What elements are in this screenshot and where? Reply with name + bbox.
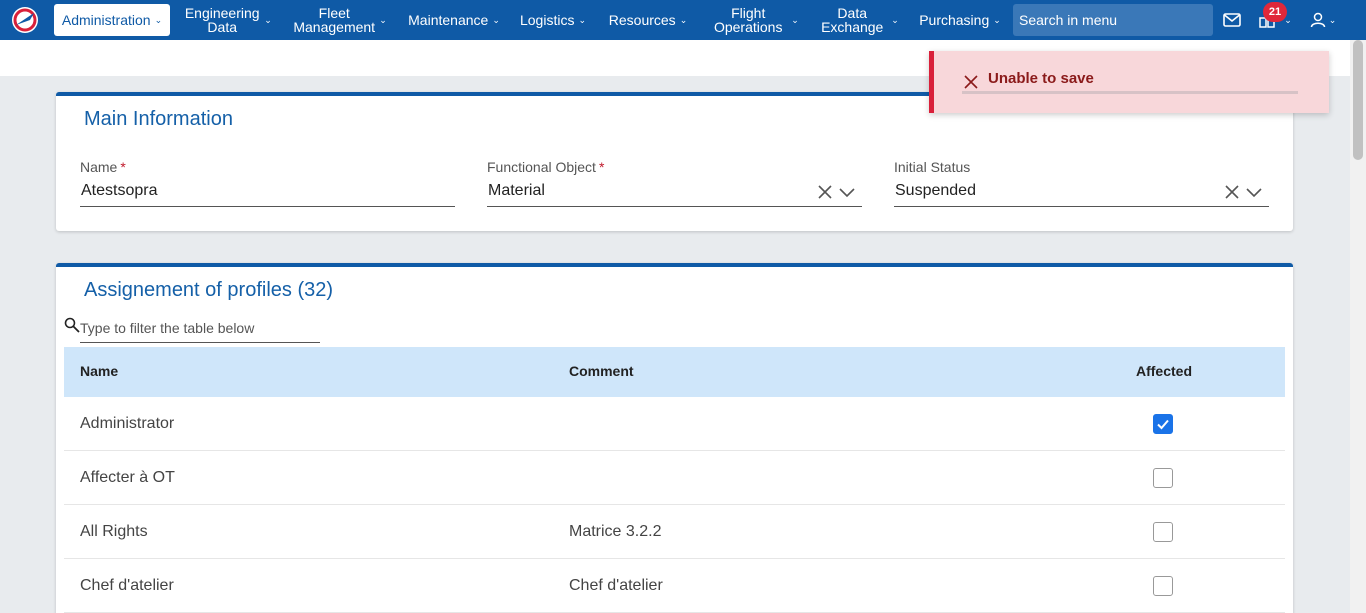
filter-underline bbox=[80, 342, 320, 343]
nav-engineering-data[interactable]: Engineering Data ⌄ bbox=[182, 0, 274, 40]
nav-resources[interactable]: Resources ⌄ bbox=[604, 0, 692, 40]
affected-checkbox[interactable] bbox=[1153, 468, 1173, 488]
toast-progress-bar bbox=[962, 91, 1298, 94]
initial-status-label: Initial Status bbox=[894, 159, 971, 175]
nav-data-exchange[interactable]: Data Exchange ⌄ bbox=[814, 0, 902, 40]
row-name: All Rights bbox=[80, 523, 148, 540]
chevron-down-icon: ⌄ bbox=[679, 15, 688, 25]
close-icon[interactable] bbox=[964, 75, 978, 89]
nav-flight-operations[interactable]: Flight Operations ⌄ bbox=[708, 0, 800, 40]
nav-label: Fleet Management bbox=[293, 5, 376, 35]
nav-label: Data Exchange bbox=[821, 5, 884, 35]
menu-search-input[interactable]: Search in menu bbox=[1013, 4, 1213, 36]
column-header-name[interactable]: Name bbox=[80, 363, 118, 379]
affected-checkbox[interactable] bbox=[1153, 414, 1173, 434]
top-navbar: Administration ⌄ Engineering Data ⌄ Fleet … bbox=[0, 0, 1366, 40]
column-header-affected[interactable]: Affected bbox=[1136, 363, 1192, 379]
row-name: Affecter à OT bbox=[80, 469, 175, 486]
nav-fleet-management[interactable]: Fleet Management ⌄ bbox=[290, 0, 390, 40]
chevron-down-icon: ⌄ bbox=[891, 15, 899, 25]
chevron-down-icon[interactable] bbox=[1246, 184, 1262, 200]
scrollbar-thumb[interactable] bbox=[1353, 40, 1363, 160]
toast-message: Unable to save bbox=[988, 70, 1094, 87]
table-row[interactable]: Administrator bbox=[64, 397, 1285, 451]
clear-icon[interactable] bbox=[1224, 184, 1240, 200]
nav-label: Flight Operations bbox=[713, 5, 783, 35]
functional-object-label-text: Functional Object bbox=[487, 159, 596, 175]
chevron-down-icon: ⌄ bbox=[379, 15, 387, 25]
row-name: Administrator bbox=[80, 415, 175, 432]
initial-status-underline bbox=[894, 206, 1269, 207]
chevron-down-icon: ⌄ bbox=[492, 15, 500, 25]
page-scrollbar[interactable] bbox=[1350, 40, 1366, 613]
nav-label: Maintenance bbox=[408, 12, 489, 28]
chevron-down-icon: ⌄ bbox=[578, 15, 586, 25]
table-row[interactable]: Affecter à OT bbox=[64, 451, 1285, 505]
clear-icon[interactable] bbox=[817, 184, 833, 200]
nav-administration[interactable]: Administration ⌄ bbox=[54, 4, 170, 36]
name-input[interactable]: Atestsopra bbox=[81, 182, 157, 200]
chevron-down-icon: ⌄ bbox=[993, 15, 1001, 25]
row-name: Chef d'atelier bbox=[80, 577, 174, 594]
nav-logistics[interactable]: Logistics ⌄ bbox=[516, 0, 590, 40]
table-row[interactable]: All Rights Matrice 3.2.2 bbox=[64, 505, 1285, 559]
nav-label: Purchasing bbox=[919, 12, 990, 28]
nav-label: Resources bbox=[608, 12, 676, 28]
chevron-down-icon[interactable] bbox=[839, 184, 855, 200]
name-label-text: Name bbox=[80, 159, 118, 175]
nav-maintenance[interactable]: Maintenance ⌄ bbox=[404, 0, 504, 40]
nav-label: Administration bbox=[61, 12, 151, 28]
nav-label: Engineering Data bbox=[184, 5, 260, 35]
main-information-title: Main Information bbox=[84, 108, 233, 130]
row-comment: Chef d'atelier bbox=[569, 577, 663, 594]
mail-icon[interactable] bbox=[1218, 0, 1246, 40]
checkmark-icon bbox=[1157, 419, 1169, 430]
name-underline bbox=[80, 206, 455, 207]
nav-purchasing[interactable]: Purchasing ⌄ bbox=[914, 0, 1006, 40]
functional-object-select[interactable]: Material bbox=[488, 182, 545, 200]
required-asterisk: * bbox=[120, 159, 126, 175]
chevron-down-icon: ⌄ bbox=[1284, 14, 1292, 25]
table-header: Name Comment Affected bbox=[64, 347, 1285, 397]
chevron-down-icon: ⌄ bbox=[1328, 14, 1337, 25]
column-header-comment[interactable]: Comment bbox=[569, 363, 634, 379]
chevron-down-icon: ⌄ bbox=[264, 15, 272, 25]
functional-object-label: Functional Object * bbox=[487, 159, 604, 175]
name-label: Name * bbox=[80, 159, 126, 175]
initial-status-select[interactable]: Suspended bbox=[895, 182, 976, 200]
error-toast: Unable to save bbox=[929, 51, 1329, 113]
affected-checkbox[interactable] bbox=[1153, 522, 1173, 542]
chevron-down-icon: ⌄ bbox=[791, 15, 799, 25]
app-logo-icon[interactable] bbox=[10, 5, 40, 35]
functional-object-underline bbox=[487, 206, 862, 207]
menu-search-placeholder: Search in menu bbox=[1019, 12, 1118, 28]
required-asterisk: * bbox=[598, 159, 605, 175]
row-comment: Matrice 3.2.2 bbox=[569, 523, 662, 540]
search-icon bbox=[64, 317, 80, 333]
table-filter-input[interactable] bbox=[80, 318, 318, 338]
profiles-title: Assignement of profiles (32) bbox=[84, 279, 334, 301]
user-icon[interactable]: ⌄ bbox=[1306, 0, 1340, 40]
chevron-down-icon: ⌄ bbox=[154, 15, 163, 25]
affected-checkbox[interactable] bbox=[1153, 576, 1173, 596]
nav-label: Logistics bbox=[519, 12, 575, 28]
table-row[interactable]: Chef d'atelier Chef d'atelier bbox=[64, 559, 1285, 613]
